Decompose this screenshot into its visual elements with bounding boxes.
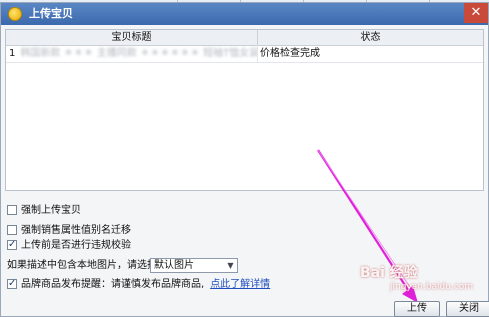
close-button[interactable]: 关闭 [446, 301, 489, 317]
watermark-sub: jingyan.baidu.com [390, 282, 474, 292]
upload-button[interactable]: 上传 [394, 301, 440, 317]
watermark-main: Bai 经验 [360, 265, 418, 281]
baidu-watermark: Bai 经验 jingyan.baidu.com [360, 262, 485, 302]
